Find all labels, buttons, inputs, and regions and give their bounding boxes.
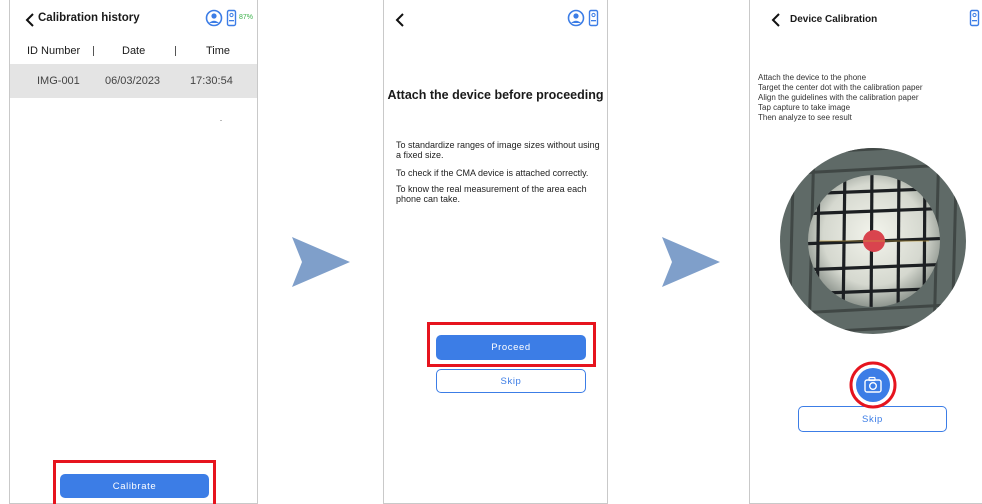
phone-screen-device-calibration: Device Calibration Attach the device to …: [749, 0, 982, 504]
row-id: IMG-001: [37, 75, 80, 87]
instruction-item: Align the guidelines with the calibratio…: [758, 93, 919, 102]
instruction-item: Tap capture to take image: [758, 103, 851, 112]
account-icon[interactable]: [205, 9, 223, 27]
info-paragraph: To standardize ranges of image sizes wit…: [396, 140, 600, 160]
page-title: Device Calibration: [790, 14, 878, 25]
skip-button[interactable]: Skip: [436, 369, 586, 393]
app-header: [384, 0, 607, 40]
back-arrow-icon[interactable]: [766, 11, 788, 29]
capture-button[interactable]: [849, 361, 897, 409]
section-heading: Attach the device before proceeding: [387, 88, 604, 102]
info-paragraph: To check if the CMA device is attached c…: [396, 168, 589, 178]
calibrate-highlight-box: [53, 460, 216, 504]
column-time: Time: [206, 45, 231, 57]
app-header: Calibration history 87%: [10, 0, 257, 40]
column-id: ID Number: [27, 45, 81, 57]
device-icon[interactable]: [969, 9, 980, 27]
info-paragraph: To know the real measurement of the area…: [396, 184, 587, 204]
instruction-list: Attach the device to the phone Target th…: [758, 73, 980, 123]
column-divider: [175, 46, 176, 56]
page-title: Calibration history: [38, 12, 140, 24]
back-arrow-icon[interactable]: [390, 11, 412, 29]
proceed-highlight-box: [427, 322, 596, 367]
app-header: Device Calibration: [750, 0, 982, 40]
row-time: 17:30:54: [190, 75, 233, 87]
phone-screen-calibration-history: Calibration history 87% ID Number Date T…: [9, 0, 258, 504]
table-row[interactable]: IMG-001 06/03/2023 17:30:54: [10, 64, 257, 98]
device-icon[interactable]: [226, 9, 237, 27]
instruction-item: Target the center dot with the calibrati…: [758, 83, 923, 92]
phone-screen-attach-device: Attach the device before proceeding To s…: [383, 0, 608, 504]
row-date: 06/03/2023: [105, 75, 161, 87]
column-date: Date: [122, 45, 146, 57]
instruction-item: Attach the device to the phone: [758, 73, 867, 82]
camera-preview-image: [780, 148, 966, 334]
table-header: ID Number Date Time: [10, 40, 257, 62]
battery-level: 87%: [239, 14, 254, 21]
next-step-arrow-icon: [292, 237, 350, 287]
list-dot: [220, 120, 222, 121]
next-step-arrow-icon: [662, 237, 720, 287]
device-icon[interactable]: [588, 9, 599, 27]
account-icon[interactable]: [567, 9, 585, 27]
skip-button[interactable]: Skip: [798, 406, 947, 432]
column-divider: [93, 46, 94, 56]
instruction-item: Then analyze to see result: [758, 113, 852, 122]
